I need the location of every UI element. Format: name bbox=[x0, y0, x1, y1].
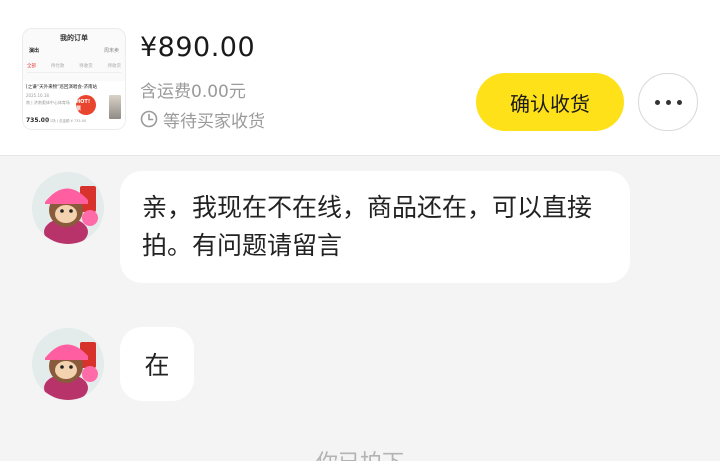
order-summary-bar: 我的订单 演出 周末卖 全部 待付款 待收货 待收货 [之谦“天外来物”巡回演唱… bbox=[0, 0, 720, 156]
order-price: ¥890.00 bbox=[140, 32, 256, 63]
thumbnail-filter: 待收货 bbox=[107, 64, 121, 69]
more-dots-icon bbox=[654, 99, 682, 105]
poster-image bbox=[109, 95, 121, 119]
thumbnail-filter: 待收货 bbox=[79, 64, 93, 69]
seller-avatar[interactable] bbox=[32, 172, 104, 244]
hot-badge-icon: HOT! 票 bbox=[76, 95, 96, 115]
thumbnail-title: 我的订单 bbox=[60, 34, 88, 42]
more-options-button[interactable] bbox=[638, 73, 698, 131]
order-thumbnail[interactable]: 我的订单 演出 周末卖 全部 待付款 待收货 待收货 [之谦“天外来物”巡回演唱… bbox=[22, 28, 126, 130]
order-status-text: 等待买家收货 bbox=[163, 111, 265, 132]
thumbnail-order-card: [之谦“天外来物”巡回演唱会-济南站 2025.10.18 南 | 济南奥体中心… bbox=[23, 81, 125, 129]
confirm-receipt-button[interactable]: 确认收货 bbox=[476, 73, 624, 131]
thumbnail-event-name: [之谦“天外来物”巡回演唱会-济南站 bbox=[26, 85, 98, 90]
order-status: 等待买家收货 bbox=[140, 108, 265, 132]
message-bubble[interactable]: 亲，我现在不在线，商品还在，可以直接拍。有问题请留言 bbox=[120, 171, 630, 283]
clock-icon bbox=[140, 110, 158, 128]
seller-avatar[interactable] bbox=[32, 328, 104, 400]
thumbnail-meta: 1张 1场 | 总金额 ¥ 735.00 bbox=[43, 119, 87, 123]
thumbnail-event-date: 2025.10.18 bbox=[26, 93, 49, 98]
message-bubble[interactable]: 在 bbox=[120, 327, 194, 401]
thumbnail-tab: 演出 bbox=[29, 48, 40, 54]
thumbnail-filter: 待付款 bbox=[50, 64, 65, 69]
thumbnail-filters: 全部 待付款 待收货 待收货 bbox=[27, 63, 121, 73]
thumbnail-tabs: 演出 周末卖 bbox=[29, 47, 119, 54]
system-notice: 你已拍下 bbox=[0, 445, 720, 461]
thumbnail-tab: 周末卖 bbox=[103, 48, 119, 54]
thumbnail-event-venue: 南 | 济南奥体中心体育场 bbox=[26, 100, 70, 105]
shipping-fee: 含运费0.00元 bbox=[140, 82, 246, 102]
thumbnail-filter: 全部 bbox=[27, 64, 36, 69]
